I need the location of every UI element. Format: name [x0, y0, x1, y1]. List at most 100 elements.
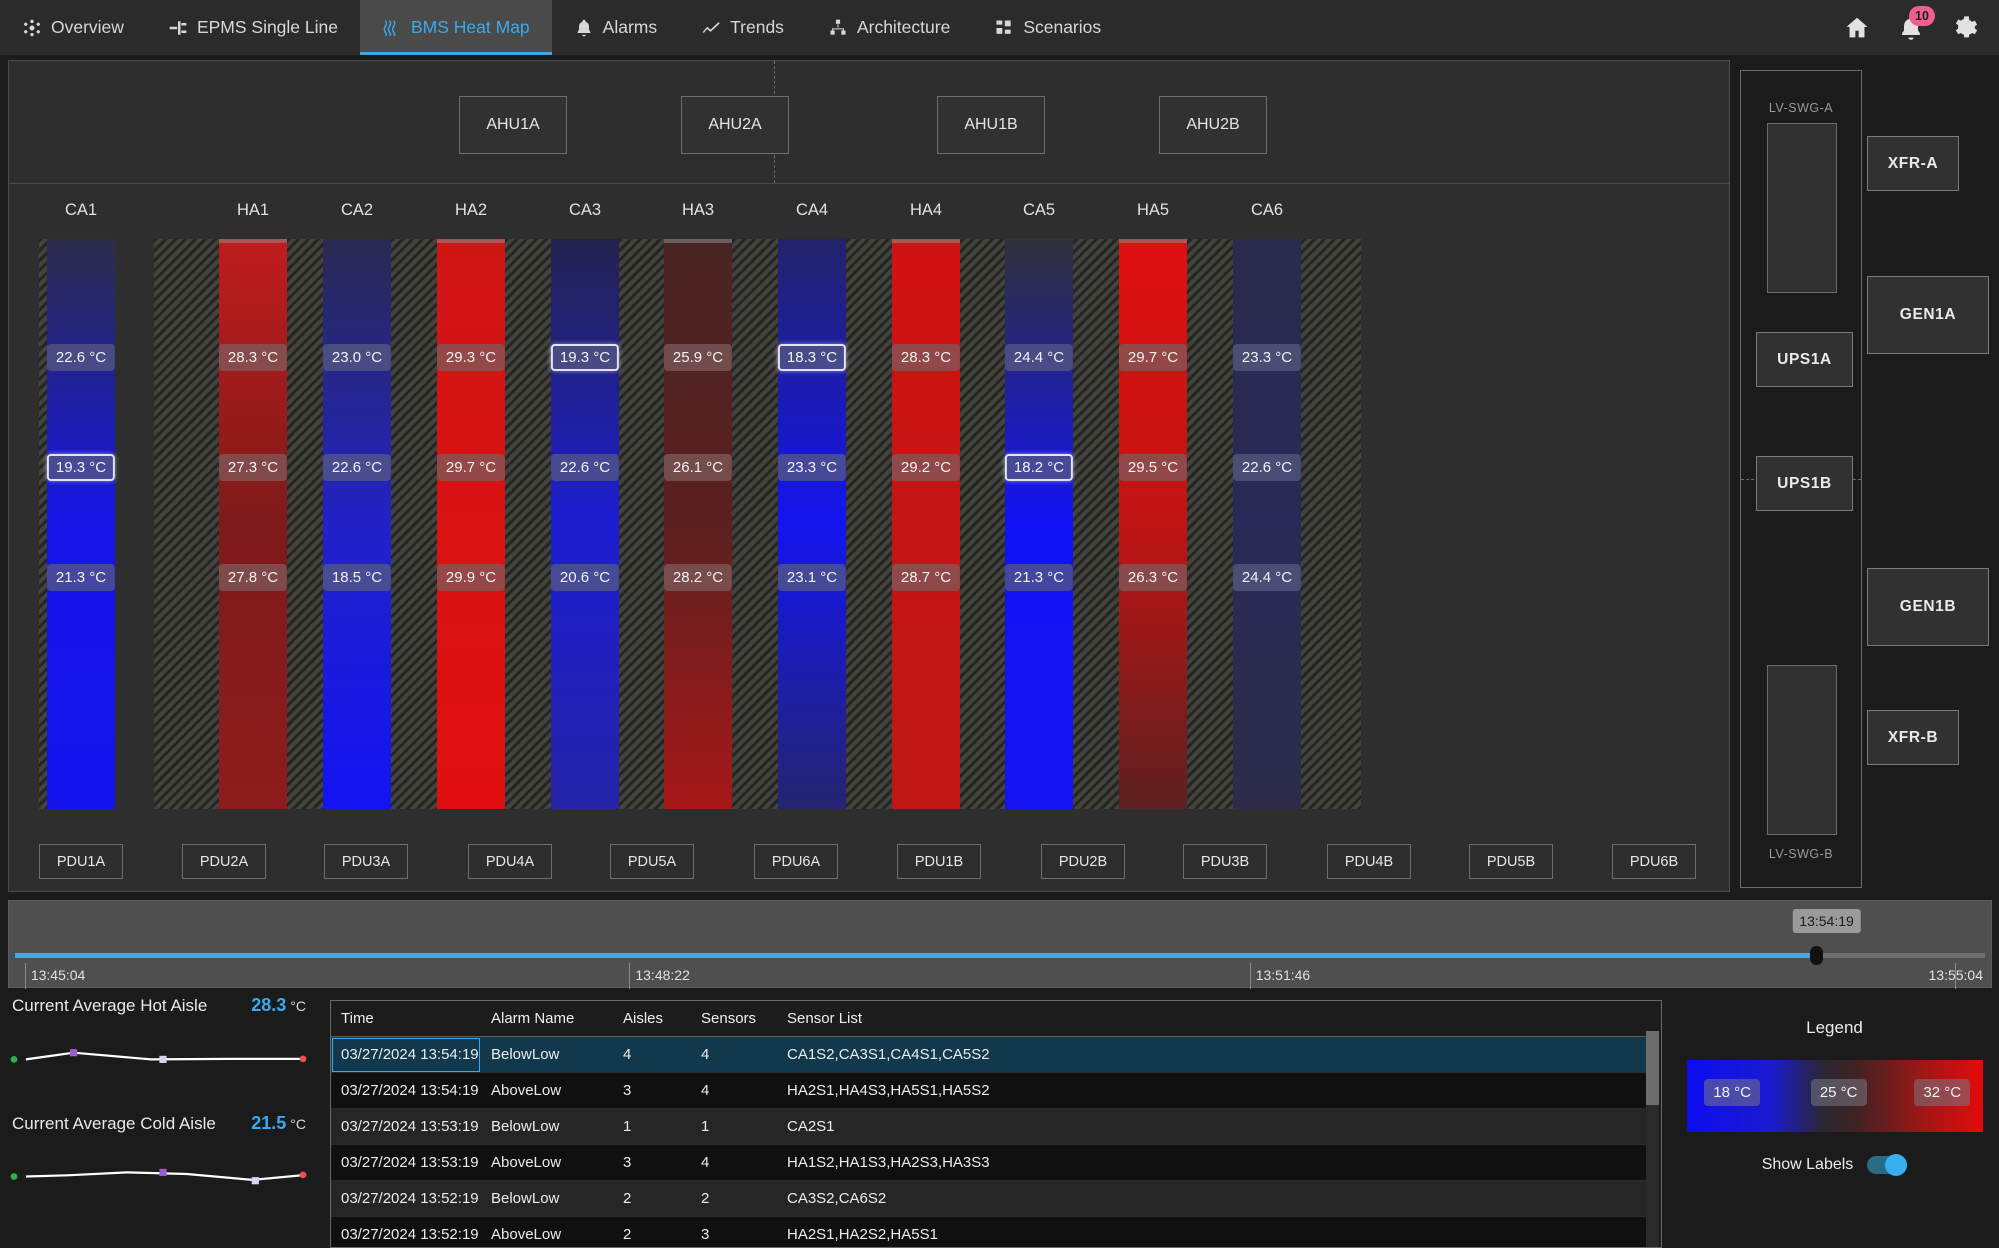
timeline-track[interactable] — [15, 946, 1985, 965]
aisle-column-ca4[interactable]: 18.3 °C 23.3 °C 23.1 °C — [777, 239, 847, 809]
ahu-box-ahu2a[interactable]: AHU2A — [681, 96, 789, 154]
show-labels-toggle[interactable] — [1867, 1154, 1908, 1176]
alarm-table-scrollbar[interactable] — [1646, 1031, 1659, 1247]
aisle-column-ha3[interactable]: 25.9 °C 26.1 °C 28.2 °C — [663, 239, 733, 809]
sensor-temp-label[interactable]: 25.9 °C — [663, 344, 733, 371]
sensor-temp-label[interactable]: 19.3 °C — [46, 454, 116, 481]
sensor-temp-label[interactable]: 18.3 °C — [777, 344, 847, 371]
alarm-column-header-sensors[interactable]: Sensors — [691, 1001, 777, 1037]
sensor-temp-label[interactable]: 29.7 °C — [436, 454, 506, 481]
sensor-temp-label[interactable]: 29.5 °C — [1118, 454, 1188, 481]
aisle-column-ca1[interactable]: 22.6 °C 19.3 °C 21.3 °C — [46, 239, 116, 809]
nav-tab-epms-single-line[interactable]: EPMS Single Line — [146, 0, 360, 55]
lv-swg-a-bus[interactable] — [1767, 123, 1837, 293]
aisle-column-ca3[interactable]: 19.3 °C 22.6 °C 20.6 °C — [550, 239, 620, 809]
nav-tab-architecture[interactable]: Architecture — [806, 0, 972, 55]
pdu-box-pdu3a[interactable]: PDU3A — [324, 844, 408, 879]
alarm-table-row[interactable]: 03/27/2024 13:54:19 BelowLow 4 4 CA1S2,CA3S1… — [331, 1036, 1651, 1073]
sensor-temp-label[interactable]: 29.3 °C — [436, 344, 506, 371]
sensor-temp-label[interactable]: 29.7 °C — [1118, 344, 1188, 371]
sensor-temp-label[interactable]: 20.6 °C — [550, 564, 620, 591]
sensor-temp-label[interactable]: 24.4 °C — [1004, 344, 1074, 371]
sensor-temp-label[interactable]: 23.0 °C — [322, 344, 392, 371]
alarm-table-row[interactable]: 03/27/2024 13:52:19 BelowLow 2 2 CA3S2,CA6S2 — [331, 1180, 1651, 1217]
sensor-temp-label[interactable]: 21.3 °C — [1004, 564, 1074, 591]
alarm-table-row[interactable]: 03/27/2024 13:53:19 BelowLow 1 1 CA2S1 — [331, 1108, 1651, 1145]
sensor-temp-label[interactable]: 27.3 °C — [218, 454, 288, 481]
aisle-column-ha2[interactable]: 29.3 °C 29.7 °C 29.9 °C — [436, 239, 506, 809]
aisle-column-ha4[interactable]: 28.3 °C 29.2 °C 28.7 °C — [891, 239, 961, 809]
settings-button[interactable] — [1951, 14, 1979, 42]
alarm-column-header-alarm-name[interactable]: Alarm Name — [481, 1001, 613, 1037]
sensor-temp-label[interactable]: 26.1 °C — [663, 454, 733, 481]
sensor-temp-label[interactable]: 23.3 °C — [777, 454, 847, 481]
pdu-box-pdu1b[interactable]: PDU1B — [897, 844, 981, 879]
sensor-temp-label[interactable]: 22.6 °C — [46, 344, 116, 371]
sensor-temp-label[interactable]: 28.3 °C — [218, 344, 288, 371]
pdu-box-pdu1a[interactable]: PDU1A — [39, 844, 123, 879]
sensor-temp-label[interactable]: 23.3 °C — [1232, 344, 1302, 371]
pdu-box-pdu2a[interactable]: PDU2A — [182, 844, 266, 879]
nav-tab-label: Architecture — [856, 17, 951, 37]
sensor-temp-label[interactable]: 24.4 °C — [1232, 564, 1302, 591]
pdu-box-pdu2b[interactable]: PDU2B — [1041, 844, 1125, 879]
alarm-cell-sensors: 4 — [691, 1072, 777, 1109]
nav-tab-scenarios[interactable]: Scenarios — [972, 0, 1123, 55]
alarm-table-row[interactable]: 03/27/2024 13:53:19 AboveLow 3 4 HA1S2,HA1S3… — [331, 1144, 1651, 1181]
electrical-box-ups1a[interactable]: UPS1A — [1756, 332, 1853, 387]
alarm-column-header-aisles[interactable]: Aisles — [613, 1001, 691, 1037]
alarm-cell-name: AboveLow — [481, 1216, 613, 1247]
alarm-table-container[interactable]: Time Alarm Name Aisles Sensors Sensor List 0… — [330, 1000, 1662, 1248]
pdu-box-pdu4a[interactable]: PDU4A — [468, 844, 552, 879]
sensor-temp-label[interactable]: 23.1 °C — [777, 564, 847, 591]
timeline-scrubber[interactable]: 13:54:19 13:45:04 13:48:22 13:51:46 13:55:0… — [8, 900, 1992, 989]
home-button[interactable] — [1843, 14, 1871, 42]
sensor-temp-label[interactable]: 22.6 °C — [322, 454, 392, 481]
sensor-temp-label[interactable]: 28.3 °C — [891, 344, 961, 371]
aisle-column-ha1[interactable]: 28.3 °C 27.3 °C 27.8 °C — [218, 239, 288, 809]
ahu-box-ahu1b[interactable]: AHU1B — [937, 96, 1045, 154]
alarm-cell-name: AboveLow — [481, 1072, 613, 1109]
lv-swg-b-bus[interactable] — [1767, 665, 1837, 835]
sensor-temp-label[interactable]: 22.6 °C — [1232, 454, 1302, 481]
aisle-column-ca6[interactable]: 23.3 °C 22.6 °C 24.4 °C — [1232, 239, 1302, 809]
aisle-column-ca5[interactable]: 24.4 °C 18.2 °C 21.3 °C — [1004, 239, 1074, 809]
ahu-box-ahu1a[interactable]: AHU1A — [459, 96, 567, 154]
electrical-box-gen1a[interactable]: GEN1A — [1867, 276, 1989, 354]
sensor-temp-label[interactable]: 28.2 °C — [663, 564, 733, 591]
sensor-temp-label[interactable]: 18.5 °C — [322, 564, 392, 591]
pdu-box-pdu5b[interactable]: PDU5B — [1469, 844, 1553, 879]
sensor-temp-label[interactable]: 22.6 °C — [550, 454, 620, 481]
timeline-tooltip: 13:54:19 — [1792, 909, 1861, 933]
pdu-box-pdu4b[interactable]: PDU4B — [1327, 844, 1411, 879]
alarm-column-header-time[interactable]: Time — [331, 1001, 481, 1037]
aisle-column-ca2[interactable]: 23.0 °C 22.6 °C 18.5 °C — [322, 239, 392, 809]
electrical-box-gen1b[interactable]: GEN1B — [1867, 568, 1989, 646]
electrical-box-xfr-a[interactable]: XFR-A — [1867, 136, 1959, 191]
aisle-column-ha5[interactable]: 29.7 °C 29.5 °C 26.3 °C — [1118, 239, 1188, 809]
alarm-table-scroll-thumb[interactable] — [1646, 1031, 1659, 1105]
alarm-column-header-sensor-list[interactable]: Sensor List — [777, 1001, 1651, 1037]
sensor-temp-label[interactable]: 21.3 °C — [46, 564, 116, 591]
pdu-box-pdu6b[interactable]: PDU6B — [1612, 844, 1696, 879]
nav-tab-trends[interactable]: Trends — [679, 0, 806, 55]
alarm-table-row[interactable]: 03/27/2024 13:52:19 AboveLow 2 3 HA2S1,HA2S2… — [331, 1216, 1651, 1247]
notifications-button[interactable]: 10 — [1897, 5, 1935, 42]
electrical-box-ups1b[interactable]: UPS1B — [1756, 456, 1853, 511]
sensor-temp-label[interactable]: 29.9 °C — [436, 564, 506, 591]
sensor-temp-label[interactable]: 18.2 °C — [1004, 454, 1074, 481]
sensor-temp-label[interactable]: 27.8 °C — [218, 564, 288, 591]
pdu-box-pdu5a[interactable]: PDU5A — [610, 844, 694, 879]
pdu-box-pdu6a[interactable]: PDU6A — [754, 844, 838, 879]
electrical-box-xfr-b[interactable]: XFR-B — [1867, 710, 1959, 765]
nav-tab-overview[interactable]: Overview — [0, 0, 146, 55]
nav-tab-bms-heat-map[interactable]: BMS Heat Map — [360, 0, 552, 55]
sensor-temp-label[interactable]: 28.7 °C — [891, 564, 961, 591]
pdu-box-pdu3b[interactable]: PDU3B — [1183, 844, 1267, 879]
nav-tab-alarms[interactable]: Alarms — [552, 0, 679, 55]
alarm-table-row[interactable]: 03/27/2024 13:54:19 AboveLow 3 4 HA2S1,HA4S3… — [331, 1072, 1651, 1109]
sensor-temp-label[interactable]: 19.3 °C — [550, 344, 620, 371]
ahu-box-ahu2b[interactable]: AHU2B — [1159, 96, 1267, 154]
sensor-temp-label[interactable]: 26.3 °C — [1118, 564, 1188, 591]
sensor-temp-label[interactable]: 29.2 °C — [891, 454, 961, 481]
